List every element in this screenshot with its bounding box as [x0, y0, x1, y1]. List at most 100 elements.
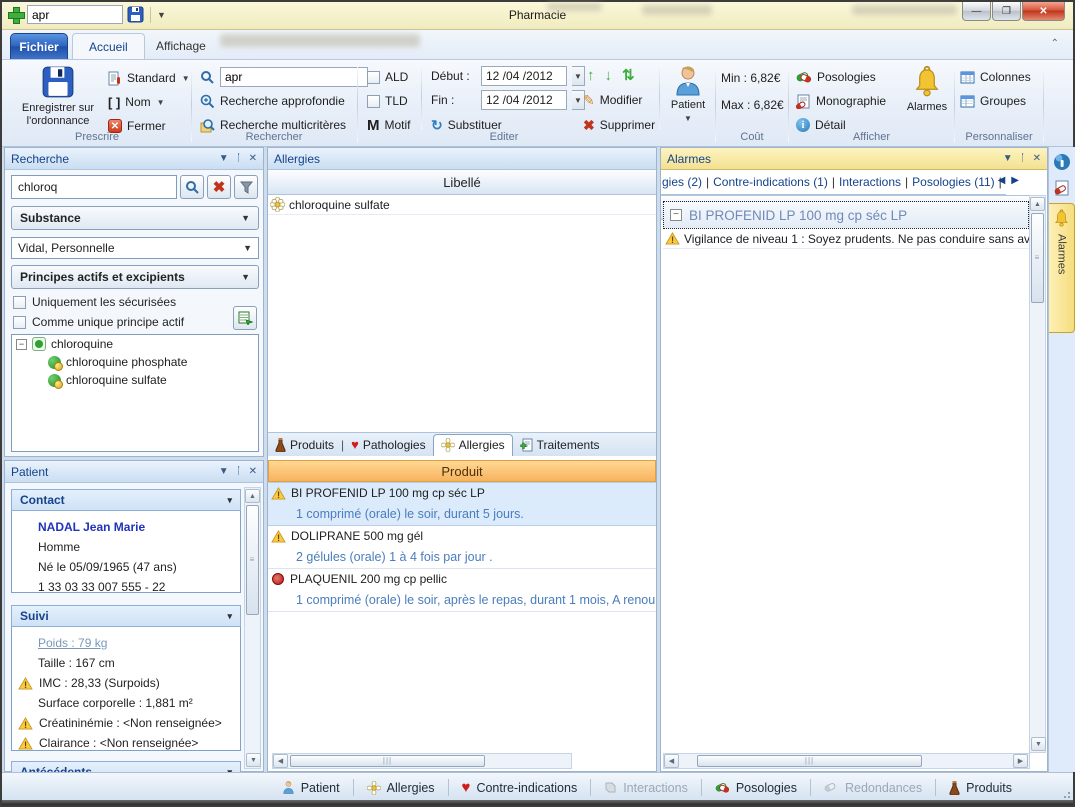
export-button[interactable]	[233, 306, 257, 330]
alarm-group-row[interactable]: − BI PROFENID LP 100 mg cp séc LP	[663, 201, 1029, 229]
close-button[interactable]: ✕	[1022, 2, 1065, 21]
panel-menu-icon[interactable]: ▼	[219, 466, 229, 477]
alarm-vertical-scrollbar[interactable]: ▲ ≡ ▼	[1029, 195, 1046, 753]
scroll-down-arrow[interactable]: ▼	[1031, 737, 1046, 751]
tab-affichage[interactable]: Affichage	[140, 33, 222, 59]
minimize-button[interactable]: —	[962, 2, 991, 21]
restore-button[interactable]: ❐	[992, 2, 1021, 21]
produit-horizontal-scrollbar[interactable]: ◀ |||	[272, 753, 572, 769]
produit-column-header[interactable]: Produit	[268, 460, 656, 482]
alarm-category-tabs[interactable]: gies (2)| Contre-indications (1)| Intera…	[661, 170, 1006, 195]
recherche-approfondie-button[interactable]: Recherche approfondie	[200, 90, 345, 112]
tab-traitements[interactable]: Traitements	[513, 435, 607, 456]
clear-search-button[interactable]: ✖	[207, 175, 231, 199]
status-produits[interactable]: Produits	[936, 781, 1025, 795]
alarm-tab-interactions[interactable]: Interactions	[839, 175, 901, 189]
tree-node-child[interactable]: chloroquine phosphate	[12, 353, 258, 371]
move-both-icon[interactable]: ⇅	[622, 66, 635, 84]
fin-date-input[interactable]: 12 /04 /2012	[481, 90, 567, 110]
search-go-button[interactable]	[180, 175, 204, 199]
scroll-thumb[interactable]: |||	[290, 755, 485, 767]
libelle-column-header[interactable]: Libellé	[268, 170, 656, 195]
save-prescription-button[interactable]: Enregistrer sur l'ordonnance	[12, 65, 104, 128]
filter-button[interactable]	[234, 175, 258, 199]
pin-icon[interactable]: ᛙ	[236, 466, 242, 477]
scroll-thumb[interactable]: |||	[697, 755, 922, 767]
standard-button[interactable]: Standard▼	[108, 67, 190, 89]
groupes-button[interactable]: Groupes	[960, 90, 1026, 112]
info-sphere-icon[interactable]	[1051, 150, 1074, 173]
modifier-button[interactable]: ✎Modifier	[583, 89, 642, 111]
move-down-icon[interactable]: ↓	[605, 67, 613, 84]
substance-search-input[interactable]	[11, 175, 177, 199]
scroll-up-arrow[interactable]: ▲	[245, 489, 260, 503]
contact-section-header[interactable]: Contact▾	[11, 489, 241, 511]
ribbon-search-input[interactable]	[220, 67, 368, 87]
alarm-row[interactable]: ! Vigilance de niveau 1 : Soyez prudents…	[663, 229, 1029, 249]
search-type-dropdown[interactable]: Substance▼	[11, 206, 259, 230]
pin-icon[interactable]: ᛙ	[236, 153, 242, 164]
move-up-icon[interactable]: ↑	[587, 67, 595, 84]
alarm-tab-allergies[interactable]: gies (2)	[662, 175, 702, 189]
debut-date-dropdown[interactable]: ▼	[572, 66, 585, 86]
brackets-icon: [ ]	[108, 95, 120, 110]
status-patient[interactable]: Patient	[269, 780, 353, 795]
produit-row-selected[interactable]: ! BI PROFENID LP 100 mg cp séc LP 1 comp…	[268, 482, 656, 526]
alarm-tabs-scroll-arrows[interactable]: ◀▶	[998, 175, 1025, 186]
panel-menu-icon[interactable]: ▼	[219, 153, 229, 164]
patient-button[interactable]: Patient ▼	[665, 65, 711, 125]
tree-collapse-icon[interactable]: −	[16, 339, 27, 350]
scroll-thumb[interactable]: ≡	[1031, 213, 1044, 303]
unique-principe-checkbox[interactable]: Comme unique principe actif	[13, 315, 184, 329]
produit-row[interactable]: ! DOLIPRANE 500 mg gél 2 gélules (orale)…	[268, 526, 656, 569]
pin-icon[interactable]: ᛙ	[1020, 153, 1026, 164]
section-collapse-icon[interactable]: ▾	[227, 611, 232, 622]
ribbon-divider	[659, 64, 660, 130]
produit-row[interactable]: PLAQUENIL 200 mg cp pellic 1 comprimé (o…	[268, 569, 656, 612]
scroll-thumb[interactable]: ≡	[246, 505, 259, 615]
status-contre-indications[interactable]: ♥ Contre-indications	[449, 779, 591, 796]
suivi-section-header[interactable]: Suivi▾	[11, 605, 241, 627]
posologies-button[interactable]: Posologies	[796, 66, 876, 88]
dictionary-dropdown[interactable]: Vidal, Personnelle▼	[11, 237, 259, 259]
allergy-row[interactable]: chloroquine sulfate	[268, 195, 656, 215]
alarm-tab-contre-indications[interactable]: Contre-indications (1)	[713, 175, 828, 189]
colonnes-button[interactable]: Colonnes	[960, 66, 1031, 88]
collapse-ribbon-icon[interactable]: ⌃	[1051, 38, 1059, 49]
tree-node-root[interactable]: − chloroquine	[12, 335, 258, 353]
monographie-button[interactable]: Monographie	[796, 90, 886, 112]
alarm-tab-posologies[interactable]: Posologies (11)	[912, 175, 995, 189]
status-posologies[interactable]: Posologies	[702, 781, 810, 795]
ribbon-divider	[954, 66, 955, 142]
patient-vertical-scrollbar[interactable]: ▲ ≡ ▼	[244, 487, 261, 769]
poids-link[interactable]: Poids : 79 kg	[38, 636, 107, 650]
tab-accueil[interactable]: Accueil	[72, 33, 145, 59]
panel-close-icon[interactable]: ✕	[249, 153, 257, 164]
scroll-left-arrow[interactable]: ◀	[664, 754, 679, 768]
tab-produits[interactable]: Produits	[268, 435, 341, 456]
tld-checkbox[interactable]: TLD	[367, 90, 408, 112]
alarmes-dock-tab[interactable]: Alarmes	[1049, 203, 1075, 333]
panel-close-icon[interactable]: ✕	[1033, 153, 1041, 164]
debut-date-input[interactable]: 12 /04 /2012	[481, 66, 567, 86]
ald-checkbox[interactable]: ALD	[367, 66, 408, 88]
scroll-up-arrow[interactable]: ▲	[1030, 197, 1045, 211]
principes-dropdown[interactable]: Principes actifs et excipients▼	[11, 265, 259, 289]
monograph-dock-icon[interactable]	[1051, 176, 1074, 199]
panel-menu-icon[interactable]: ▼	[1003, 153, 1013, 164]
tab-fichier[interactable]: Fichier	[10, 33, 68, 59]
alarmes-button[interactable]: Alarmes	[902, 65, 952, 114]
section-collapse-icon[interactable]: ▾	[227, 495, 232, 506]
scroll-right-arrow[interactable]: ▶	[1013, 754, 1028, 768]
panel-close-icon[interactable]: ✕	[249, 466, 257, 477]
status-allergies[interactable]: Allergies	[354, 781, 448, 795]
tab-pathologies[interactable]: ♥ Pathologies	[344, 434, 432, 456]
scroll-left-arrow[interactable]: ◀	[273, 754, 288, 768]
collapse-minus-icon[interactable]: −	[670, 209, 682, 221]
scroll-down-arrow[interactable]: ▼	[246, 753, 261, 767]
securisees-checkbox[interactable]: Uniquement les sécurisées	[13, 295, 176, 309]
tab-allergies[interactable]: Allergies	[433, 434, 513, 456]
tree-node-child[interactable]: chloroquine sulfate	[12, 371, 258, 389]
alarm-horizontal-scrollbar[interactable]: ◀ ||| ▶	[663, 753, 1030, 769]
nom-button[interactable]: [ ] Nom▼	[108, 91, 165, 113]
